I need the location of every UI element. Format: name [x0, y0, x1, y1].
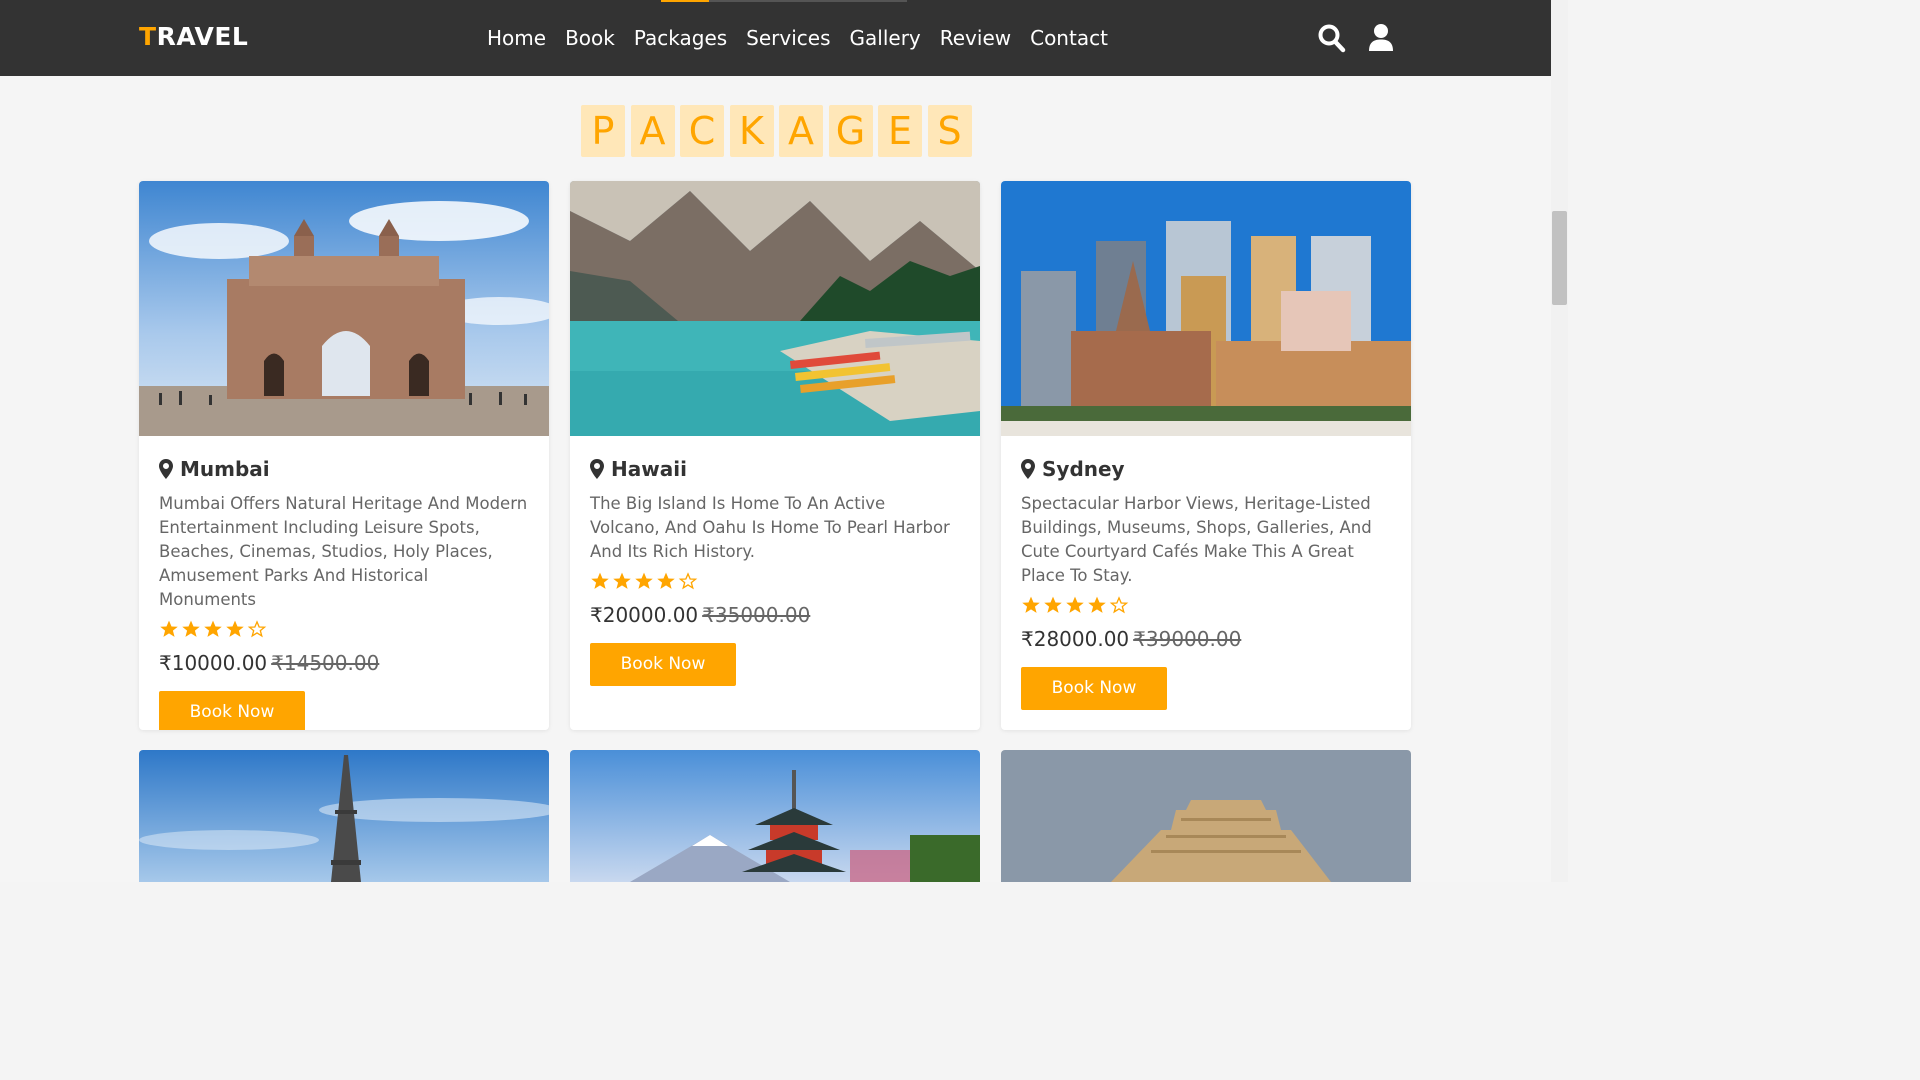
package-description: The Big Island Is Home To An Active Volc… — [590, 494, 950, 561]
map-pin-icon — [159, 459, 173, 479]
package-card-sydney: Sydney Spectacular Harbor Views, Heritag… — [1001, 181, 1411, 730]
star-icon — [635, 572, 653, 589]
package-description: Spectacular Harbor Views, Heritage-Liste… — [1021, 494, 1372, 585]
star-icon — [591, 572, 609, 589]
nav-contact[interactable]: Contact — [1030, 25, 1108, 51]
scrollbar-thumb[interactable] — [1552, 211, 1567, 305]
package-image-mumbai — [139, 181, 549, 436]
page: TRAVEL Home Book Packages Services Galle… — [0, 0, 1568, 882]
star-icon — [1088, 596, 1106, 613]
package-price: ₹28000.00 ₹39000.00 — [1021, 627, 1242, 651]
package-title: Hawaii — [590, 456, 960, 482]
nav-review[interactable]: Review — [940, 25, 1011, 51]
star-icon — [1066, 596, 1084, 613]
map-pin-icon — [590, 459, 604, 479]
package-body: Mumbai Mumbai Offers Natural Heritage An… — [139, 436, 549, 730]
nav-home[interactable]: Home — [487, 25, 546, 51]
package-image-egypt — [1001, 750, 1411, 882]
package-image-hawaii — [570, 181, 980, 436]
title-letter: S — [927, 105, 972, 157]
old-price: ₹14500.00 — [271, 651, 380, 675]
package-description: Mumbai Offers Natural Heritage And Moder… — [159, 494, 528, 609]
search-icon[interactable] — [1318, 23, 1346, 53]
title-letter: P — [581, 105, 625, 157]
logo[interactable]: TRAVEL — [139, 22, 248, 51]
title-letter: A — [779, 105, 823, 157]
package-card-hawaii: Hawaii The Big Island Is Home To An Acti… — [570, 181, 980, 730]
package-rating — [590, 571, 960, 593]
package-price: ₹20000.00 ₹35000.00 — [590, 603, 811, 627]
map-pin-icon — [1021, 459, 1035, 479]
package-body: Sydney Spectacular Harbor Views, Heritag… — [1001, 436, 1411, 730]
nav-active-indicator — [661, 0, 709, 2]
book-now-button[interactable]: Book Now — [590, 643, 736, 686]
book-now-button[interactable]: Book Now — [1021, 667, 1167, 710]
star-icon — [182, 620, 200, 637]
nav-gallery[interactable]: Gallery — [850, 25, 921, 51]
package-rating — [159, 619, 529, 641]
title-letter: C — [680, 105, 724, 157]
package-image-paris — [139, 750, 549, 882]
title-letter: G — [828, 105, 873, 157]
package-body: Hawaii The Big Island Is Home To An Acti… — [570, 436, 980, 706]
package-price: ₹10000.00 ₹14500.00 — [159, 651, 380, 675]
book-now-button[interactable]: Book Now — [159, 691, 305, 730]
user-icon[interactable] — [1368, 23, 1396, 53]
header: TRAVEL Home Book Packages Services Galle… — [0, 0, 1551, 76]
scrollbar-track[interactable] — [1551, 0, 1568, 882]
package-image-sydney — [1001, 181, 1411, 436]
old-price: ₹35000.00 — [702, 603, 811, 627]
star-icon — [1022, 596, 1040, 613]
star-icon — [657, 572, 675, 589]
star-icon — [204, 620, 222, 637]
star-icon — [226, 620, 244, 637]
main-nav: Home Book Packages Services Gallery Revi… — [487, 25, 1127, 51]
title-letter: A — [630, 105, 675, 157]
star-icon — [160, 620, 178, 637]
package-title: Mumbai — [159, 456, 529, 482]
nav-packages[interactable]: Packages — [634, 25, 727, 51]
section-title: P A C K A G E S — [581, 105, 977, 157]
old-price: ₹39000.00 — [1133, 627, 1242, 651]
nav-hover-indicator — [709, 0, 907, 2]
star-outline-icon — [1109, 596, 1129, 614]
nav-services[interactable]: Services — [746, 25, 830, 51]
package-title: Sydney — [1021, 456, 1391, 482]
package-rating — [1021, 595, 1391, 617]
title-letter: K — [729, 105, 774, 157]
package-card-mumbai: Mumbai Mumbai Offers Natural Heritage An… — [139, 181, 549, 730]
header-icons — [1318, 23, 1396, 53]
nav-book[interactable]: Book — [565, 25, 615, 51]
package-image-japan — [570, 750, 980, 882]
star-icon — [613, 572, 631, 589]
star-outline-icon — [678, 572, 698, 590]
title-letter: E — [878, 105, 922, 157]
star-outline-icon — [247, 620, 267, 638]
star-icon — [1044, 596, 1062, 613]
